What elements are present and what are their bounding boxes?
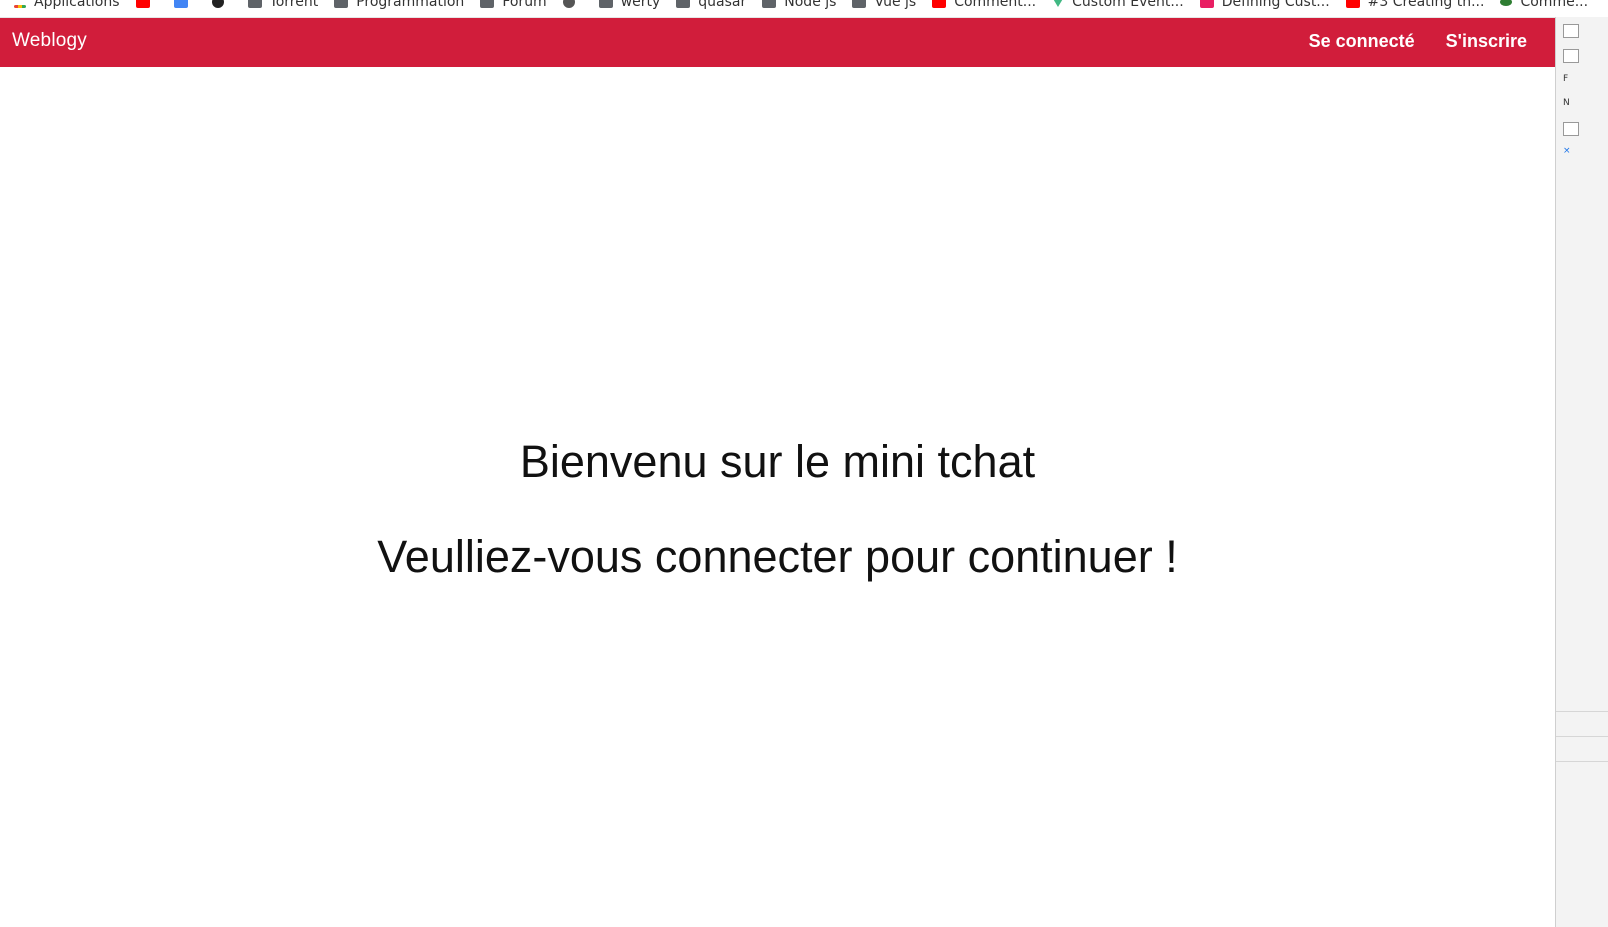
youtube-icon [932, 0, 947, 8]
translate-icon [173, 0, 188, 8]
bookmark-vuejs[interactable]: Vue js [852, 0, 916, 10]
login-prompt: Veulliez-vous connecter pour continuer ! [377, 531, 1178, 582]
bookmarks-row: Applications Torrent Programmation Forum [14, 0, 1604, 12]
bookmark-creating[interactable]: #3 Creating th... [1345, 0, 1485, 10]
devtools-divider [1556, 736, 1608, 737]
devtools-divider [1556, 761, 1608, 762]
devtools-device-icon[interactable] [1563, 49, 1579, 63]
circle-icon [211, 0, 224, 8]
bookmark-applications[interactable]: Applications [14, 0, 120, 10]
bookmark-label: Torrent [269, 0, 319, 10]
bookmark-translate[interactable] [173, 0, 196, 8]
bookmark-label: quasar [698, 0, 747, 10]
bookmark-forum[interactable]: Forum [480, 0, 547, 10]
bookmark-youtube[interactable] [135, 0, 158, 8]
youtube-icon [1345, 0, 1360, 8]
folder-icon [480, 0, 495, 8]
main-content: Bienvenu sur le mini tchat Veulliez-vous… [0, 67, 1555, 927]
bookmark-programmation[interactable]: Programmation [334, 0, 464, 10]
folder-icon [762, 0, 777, 8]
devtools-divider [1556, 711, 1608, 712]
devtools-tab-icon[interactable]: N [1563, 97, 1577, 109]
bookmark-label: Forum [502, 0, 547, 10]
welcome-heading: Bienvenu sur le mini tchat [519, 436, 1036, 487]
bookmark-defining-cust[interactable]: Defining Cust... [1199, 0, 1330, 10]
brand-logo[interactable]: Weblogy [12, 30, 87, 52]
devtools-checkbox-icon[interactable] [1563, 122, 1579, 136]
bookmark-label: Applications [34, 0, 120, 10]
devtools-toggle-icon[interactable] [1563, 24, 1579, 38]
youtube-icon [135, 0, 150, 8]
bookmark-label: Programmation [356, 0, 465, 10]
bookmark-label: Comme... [1520, 0, 1589, 10]
bookmark-label: Node js [784, 0, 837, 10]
bookmark-label: #3 Creating th... [1367, 0, 1485, 10]
bookmark-custom-event[interactable]: Custom Event... [1052, 0, 1184, 10]
bookmark-werty[interactable]: werty [598, 0, 661, 10]
devtools-tab-icon[interactable]: F [1563, 73, 1577, 85]
bookmark-comment[interactable]: Comment... [932, 0, 1036, 10]
bookmark-label: werty [620, 0, 661, 10]
signup-link[interactable]: S'inscrire [1446, 31, 1527, 52]
devtools-panel: F N × [1555, 17, 1608, 927]
folder-icon [334, 0, 349, 8]
green-icon [1500, 0, 1513, 6]
bookmark-gear[interactable] [562, 0, 583, 8]
folder-icon [598, 0, 613, 8]
apps-icon [14, 4, 26, 8]
bookmarks-bar: Applications Torrent Programmation Forum [0, 0, 1608, 18]
login-link[interactable]: Se connecté [1309, 31, 1415, 52]
gear-icon [562, 0, 575, 8]
navbar: Weblogy Se connecté S'inscrire [0, 18, 1555, 67]
vue-icon [1052, 0, 1065, 7]
folder-icon [852, 0, 867, 8]
folder-icon [247, 0, 262, 8]
devtools-close-icon[interactable]: × [1563, 145, 1577, 157]
bookmark-nodejs[interactable]: Node js [762, 0, 836, 10]
bookmark-label: Custom Event... [1072, 0, 1184, 10]
bookmark-circle[interactable] [211, 0, 232, 8]
bookmark-label: Vue js [874, 0, 917, 10]
bookmark-label: Comment... [954, 0, 1037, 10]
nav-links: Se connecté S'inscrire [1309, 31, 1527, 52]
bookmark-quasar[interactable]: quasar [676, 0, 746, 10]
pink-icon [1199, 0, 1214, 8]
folder-icon [676, 0, 691, 8]
bookmark-comme[interactable]: Comme... [1500, 0, 1588, 10]
bookmark-label: Defining Cust... [1221, 0, 1330, 10]
bookmark-torrent[interactable]: Torrent [247, 0, 319, 10]
